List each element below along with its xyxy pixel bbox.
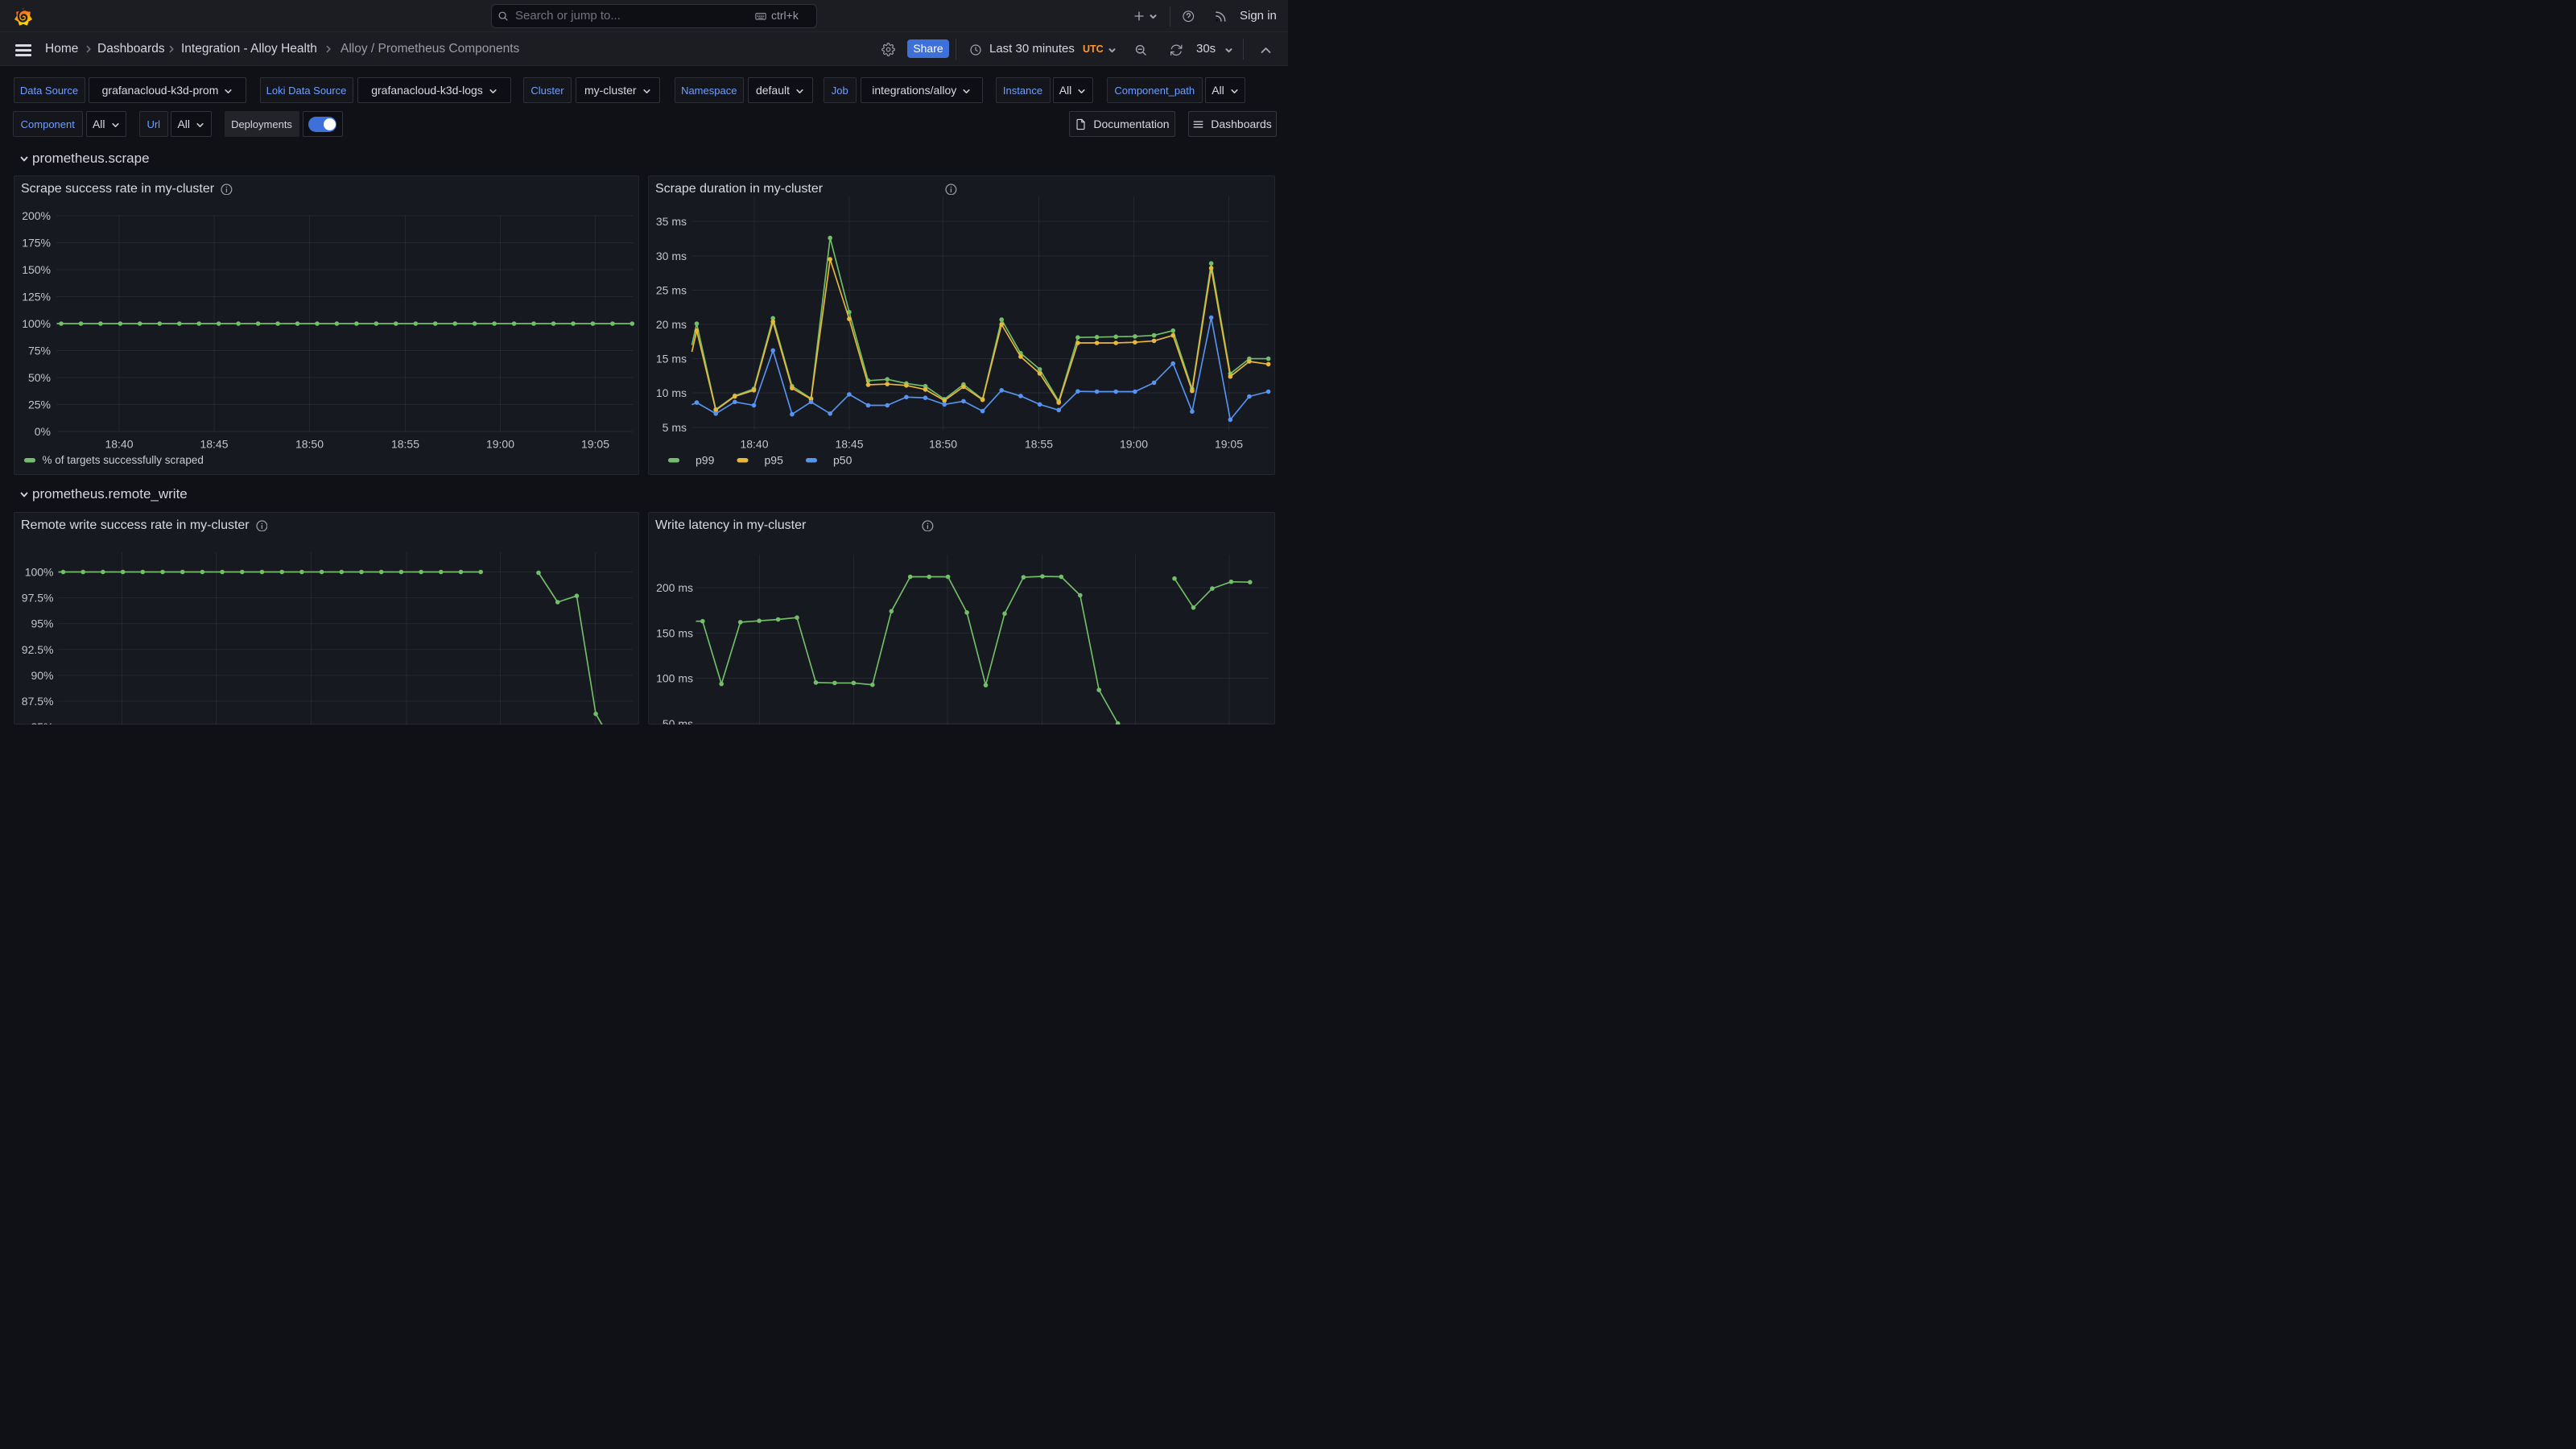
svg-text:18:55: 18:55: [390, 437, 419, 450]
svg-text:85%: 85%: [31, 720, 53, 724]
svg-text:75%: 75%: [27, 344, 50, 357]
svg-text:30 ms: 30 ms: [655, 250, 686, 262]
svg-text:19:05: 19:05: [1214, 437, 1242, 450]
svg-text:15 ms: 15 ms: [655, 352, 686, 365]
svg-text:92.5%: 92.5%: [21, 642, 53, 655]
svg-text:18:50: 18:50: [295, 437, 323, 450]
svg-text:97.5%: 97.5%: [21, 591, 53, 604]
svg-text:5 ms: 5 ms: [662, 421, 686, 434]
svg-text:150 ms: 150 ms: [656, 626, 693, 639]
svg-text:20 ms: 20 ms: [655, 318, 686, 331]
svg-text:50%: 50%: [27, 371, 50, 384]
svg-text:18:45: 18:45: [835, 437, 863, 450]
svg-text:p50: p50: [833, 453, 852, 466]
svg-text:200 ms: 200 ms: [656, 581, 693, 594]
svg-text:100%: 100%: [22, 317, 51, 330]
svg-text:18:50: 18:50: [928, 437, 956, 450]
svg-text:p95: p95: [764, 453, 783, 466]
svg-text:125%: 125%: [22, 290, 51, 303]
svg-text:95%: 95%: [31, 617, 53, 630]
svg-text:25 ms: 25 ms: [655, 283, 686, 296]
svg-text:% of targets successfully scra: % of targets successfully scraped: [42, 454, 203, 466]
svg-text:100 ms: 100 ms: [656, 671, 693, 684]
svg-text:19:00: 19:00: [485, 437, 514, 450]
svg-text:25%: 25%: [27, 398, 50, 411]
svg-text:18:40: 18:40: [740, 437, 768, 450]
svg-text:175%: 175%: [22, 236, 51, 249]
svg-text:35 ms: 35 ms: [655, 215, 686, 228]
svg-text:200%: 200%: [22, 209, 51, 222]
svg-text:0%: 0%: [34, 425, 50, 438]
svg-text:18:55: 18:55: [1024, 437, 1052, 450]
svg-text:18:45: 18:45: [200, 437, 228, 450]
svg-text:100%: 100%: [24, 565, 53, 578]
svg-text:19:05: 19:05: [580, 437, 609, 450]
svg-text:150%: 150%: [22, 263, 51, 276]
svg-text:p99: p99: [696, 453, 715, 466]
svg-text:87.5%: 87.5%: [21, 695, 53, 708]
svg-text:19:00: 19:00: [1119, 437, 1147, 450]
svg-text:10 ms: 10 ms: [655, 386, 686, 399]
svg-text:90%: 90%: [31, 668, 53, 681]
svg-text:18:40: 18:40: [105, 437, 133, 450]
svg-text:50 ms: 50 ms: [662, 716, 692, 724]
